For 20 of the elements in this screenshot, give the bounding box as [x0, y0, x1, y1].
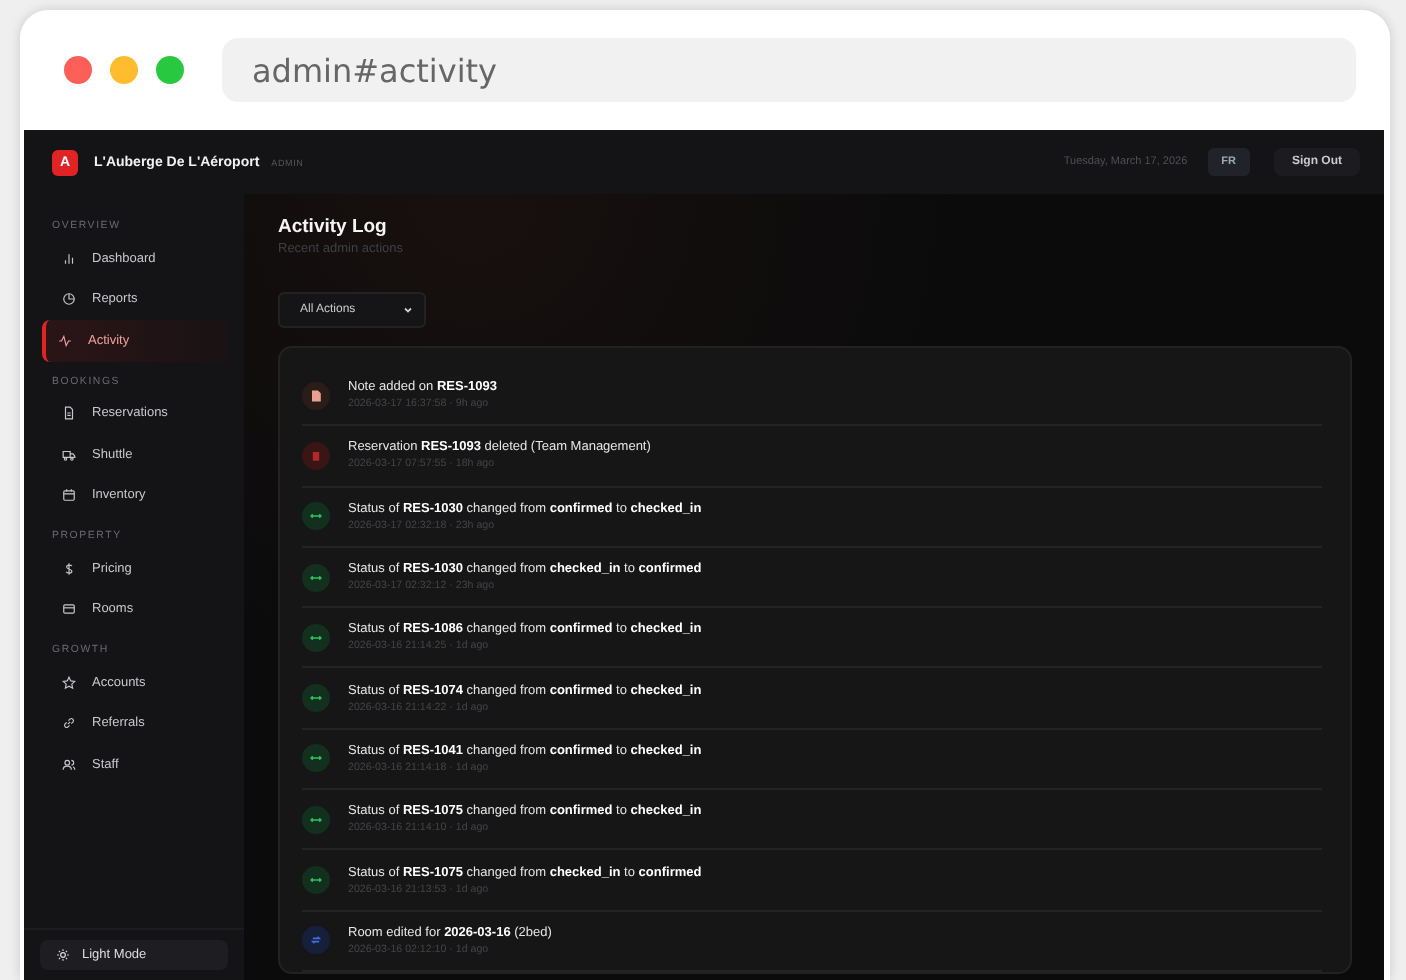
- bar-chart-icon: [62, 251, 76, 266]
- pulse-icon: [58, 333, 72, 348]
- users-icon: [62, 757, 76, 772]
- note-icon: [302, 381, 330, 410]
- sun-icon: [56, 948, 70, 962]
- truck-icon: [62, 447, 76, 462]
- caret-icon: [402, 304, 414, 316]
- minimize-window-icon[interactable]: [110, 56, 138, 84]
- document-icon: [62, 406, 76, 421]
- maximize-window-icon[interactable]: [156, 56, 184, 84]
- star-icon: [62, 675, 76, 690]
- dollar-icon: [62, 561, 76, 576]
- link-icon: [62, 716, 76, 731]
- address-bar[interactable]: admin#activity: [222, 38, 1356, 102]
- pie-chart-icon: [62, 292, 76, 307]
- trash-icon: [302, 441, 330, 470]
- close-window-icon[interactable]: [64, 56, 92, 84]
- bed-icon: [62, 602, 76, 617]
- page-title: Activity Log: [278, 216, 389, 238]
- calendar-icon: [62, 488, 76, 503]
